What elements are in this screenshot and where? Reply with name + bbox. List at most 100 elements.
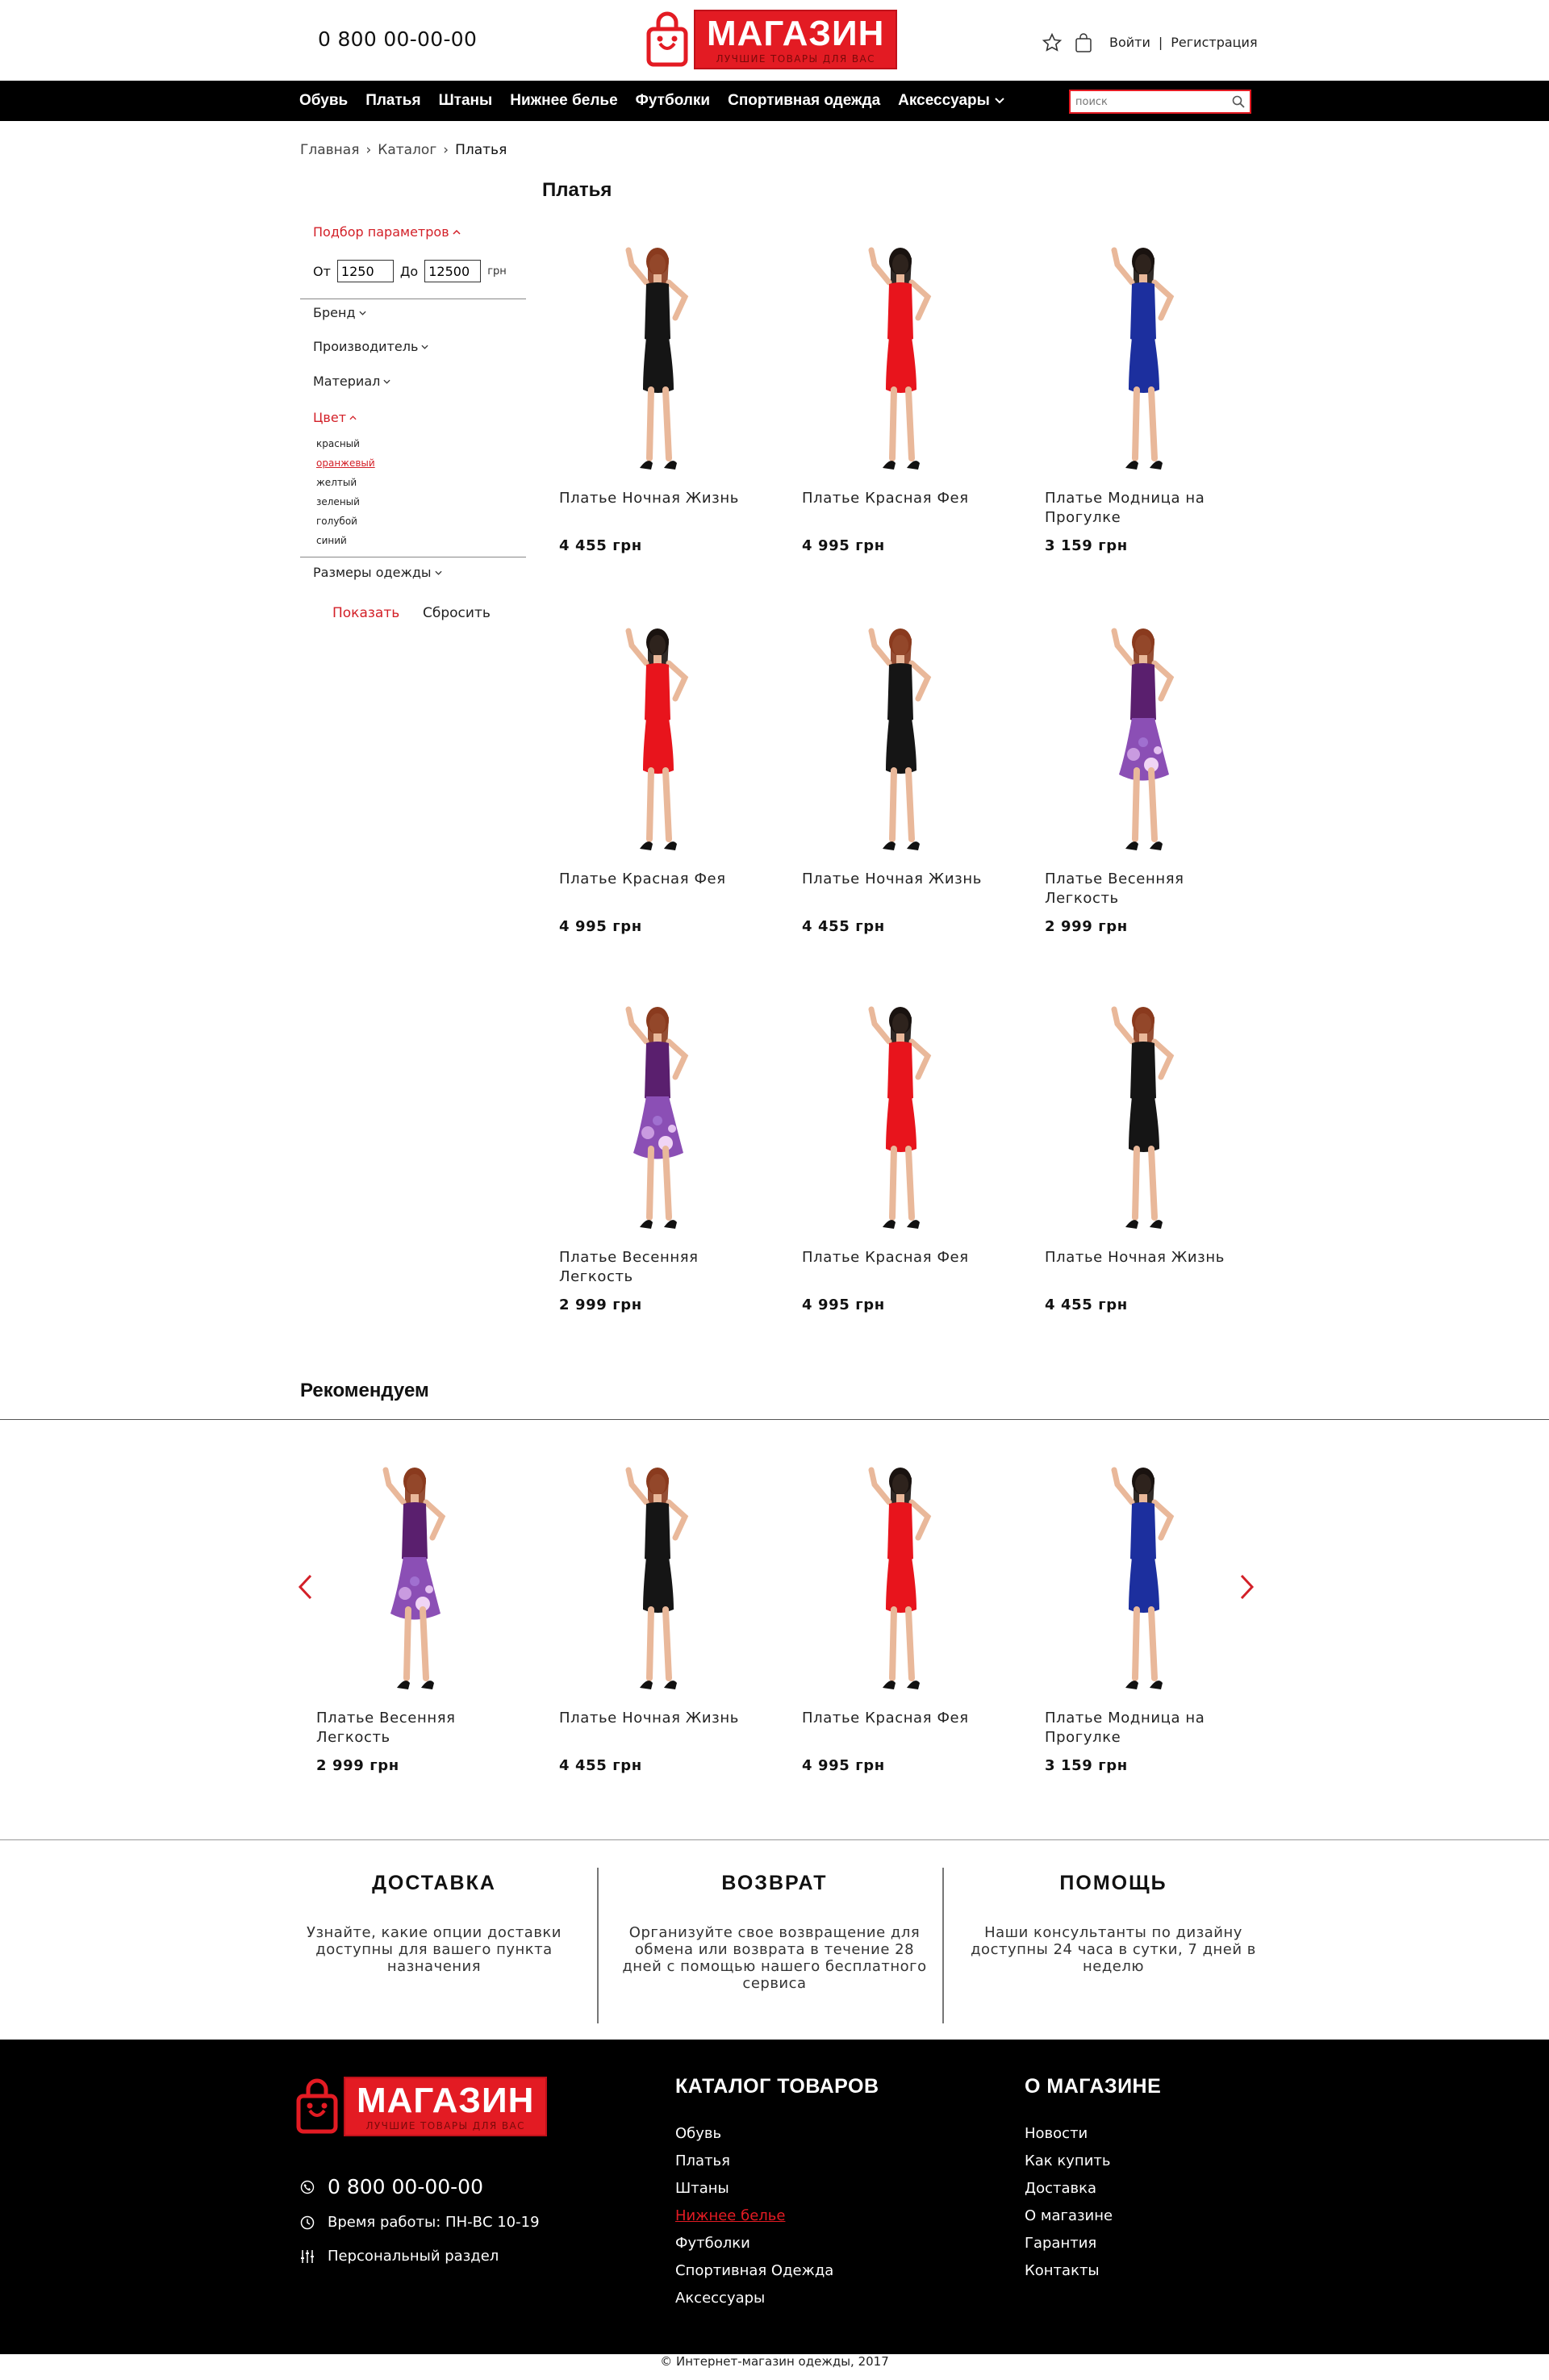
search-box — [1069, 90, 1251, 114]
breadcrumb-home[interactable]: Главная — [300, 142, 359, 158]
nav-item-underwear[interactable]: Нижнее белье — [510, 92, 617, 110]
nav-items: Обувь Платья Штаны Нижнее белье Футболки… — [299, 81, 1004, 121]
nav-item-shoes[interactable]: Обувь — [299, 92, 348, 110]
filter-manufacturer-label: Производитель — [313, 339, 419, 354]
product-image[interactable] — [1045, 983, 1246, 1242]
product-name[interactable]: Платье Ночная Жизнь — [559, 1709, 761, 1757]
filter-params-toggle[interactable]: Подбор параметров — [313, 224, 461, 240]
product-card[interactable]: Платье Ночная Жизнь 4 455 грн — [1045, 983, 1246, 1313]
footer-logo[interactable]: МАГАЗИН ЛУЧШИЕ ТОВАРЫ ДЛЯ ВАС — [295, 2077, 548, 2136]
product-price: 3 159 грн — [1045, 1757, 1128, 1774]
product-card[interactable]: Платье Ночная Жизнь 4 455 грн — [559, 224, 761, 554]
product-card[interactable]: Платье Красная Фея 4 995 грн — [559, 605, 761, 935]
product-name[interactable]: Платье Весенняя Легкость — [1045, 870, 1246, 918]
star-icon[interactable] — [1042, 32, 1063, 56]
filter-color[interactable]: Цвет — [313, 410, 357, 425]
product-name[interactable]: Платье Ночная Жизнь — [559, 489, 761, 537]
product-name[interactable]: Платье Весенняя Легкость — [559, 1248, 761, 1296]
product-image[interactable] — [559, 983, 761, 1242]
footer-catalog-item[interactable]: Спортивная Одежда — [675, 2257, 833, 2285]
login-link[interactable]: Войти — [1109, 35, 1150, 50]
product-card[interactable]: Платье Весенняя Легкость 2 999 грн — [1045, 605, 1246, 935]
filter-sizes[interactable]: Размеры одежды — [313, 565, 442, 580]
product-image[interactable] — [1045, 224, 1246, 482]
color-option-red[interactable]: красный — [316, 434, 375, 453]
info-help-title: ПОМОЩЬ — [1059, 1872, 1167, 1894]
site-logo[interactable]: МАГАЗИН ЛУЧШИЕ ТОВАРЫ ДЛЯ ВАС — [645, 10, 898, 69]
product-name[interactable]: Платье Весенняя Легкость — [316, 1709, 518, 1757]
product-name[interactable]: Платье Красная Фея — [802, 1248, 1004, 1296]
nav-item-sportswear[interactable]: Спортивная одежда — [728, 92, 880, 110]
nav-item-tshirts[interactable]: Футболки — [636, 92, 710, 110]
product-card[interactable]: Платье Красная Фея 4 995 грн — [802, 983, 1004, 1313]
product-name[interactable]: Платье Модница на Прогулке — [1045, 489, 1246, 537]
footer-catalog-item[interactable]: Обувь — [675, 2120, 833, 2148]
footer-catalog-item[interactable]: Аксессуары — [675, 2285, 833, 2312]
color-option-yellow[interactable]: желтый — [316, 473, 375, 492]
product-card[interactable]: Платье Красная Фея 4 995 грн — [802, 1444, 1004, 1774]
product-card[interactable]: Платье Красная Фея 4 995 грн — [802, 224, 1004, 554]
color-option-lightblue[interactable]: голубой — [316, 511, 375, 531]
product-image[interactable] — [559, 1444, 761, 1702]
footer-about-item[interactable]: Новости — [1025, 2120, 1113, 2148]
product-image[interactable] — [802, 224, 1004, 482]
price-from-input[interactable] — [336, 260, 394, 282]
product-price: 4 995 грн — [559, 918, 642, 935]
search-icon[interactable] — [1232, 95, 1245, 111]
reset-button[interactable]: Сбросить — [423, 605, 491, 621]
product-image[interactable] — [316, 1444, 518, 1702]
footer-about-item[interactable]: Как купить — [1025, 2148, 1113, 2175]
price-to-input[interactable] — [424, 260, 482, 282]
product-card[interactable]: Платье Ночная Жизнь 4 455 грн — [559, 1444, 761, 1774]
footer-about-item[interactable]: Гарантия — [1025, 2230, 1113, 2257]
nav-item-dresses[interactable]: Платья — [365, 92, 420, 110]
product-name[interactable]: Платье Красная Фея — [802, 1709, 1004, 1757]
product-image[interactable] — [802, 1444, 1004, 1702]
cart-icon[interactable] — [1074, 32, 1093, 56]
product-image[interactable] — [559, 224, 761, 482]
filter-manufacturer[interactable]: Производитель — [313, 339, 428, 354]
footer-catalog-item[interactable]: Нижнее белье — [675, 2203, 833, 2230]
chevron-up-icon — [453, 229, 461, 235]
register-link[interactable]: Регистрация — [1171, 35, 1257, 50]
footer-catalog-item[interactable]: Штаны — [675, 2175, 833, 2203]
product-image[interactable] — [802, 983, 1004, 1242]
product-image[interactable] — [1045, 1444, 1246, 1702]
footer-about-item[interactable]: Доставка — [1025, 2175, 1113, 2203]
product-card[interactable]: Платье Модница на Прогулке 3 159 грн — [1045, 224, 1246, 554]
footer-catalog-item[interactable]: Футболки — [675, 2230, 833, 2257]
color-option-orange[interactable]: оранжевый — [316, 453, 375, 473]
nav-item-accessories[interactable]: Аксессуары — [898, 92, 1004, 110]
product-name[interactable]: Платье Модница на Прогулке — [1045, 1709, 1246, 1757]
clock-icon — [300, 2215, 315, 2229]
product-image[interactable] — [1045, 605, 1246, 863]
footer-about-item[interactable]: О магазине — [1025, 2203, 1113, 2230]
product-name[interactable]: Платье Красная Фея — [802, 489, 1004, 537]
product-name[interactable]: Платье Ночная Жизнь — [802, 870, 1004, 918]
carousel-prev-arrow-icon[interactable] — [297, 1573, 313, 1604]
footer-phone[interactable]: 0 800 00-00-00 — [300, 2175, 483, 2198]
product-name[interactable]: Платье Ночная Жизнь — [1045, 1248, 1246, 1296]
product-image[interactable] — [802, 605, 1004, 863]
show-button[interactable]: Показать — [332, 605, 399, 621]
header-phone[interactable]: 0 800 00-00-00 — [318, 27, 477, 51]
footer-catalog-list: Обувь Платья Штаны Нижнее белье Футболки… — [675, 2120, 833, 2312]
auth-links: Войти | Регистрация — [1109, 35, 1258, 50]
breadcrumb-catalog[interactable]: Каталог — [378, 142, 436, 158]
filter-material[interactable]: Материал — [313, 374, 390, 389]
footer-personal[interactable]: Персональный раздел — [300, 2248, 499, 2265]
product-card[interactable]: Платье Весенняя Легкость 2 999 грн — [316, 1444, 518, 1774]
filter-brand[interactable]: Бренд — [313, 305, 366, 320]
product-card[interactable]: Платье Весенняя Легкость 2 999 грн — [559, 983, 761, 1313]
footer-catalog-item[interactable]: Платья — [675, 2148, 833, 2175]
product-card[interactable]: Платье Ночная Жизнь 4 455 грн — [802, 605, 1004, 935]
color-option-green[interactable]: зеленый — [316, 492, 375, 511]
product-price: 2 999 грн — [559, 1296, 642, 1313]
product-card[interactable]: Платье Модница на Прогулке 3 159 грн — [1045, 1444, 1246, 1774]
footer-about-item[interactable]: Контакты — [1025, 2257, 1113, 2285]
color-option-blue[interactable]: синий — [316, 531, 375, 550]
search-input[interactable] — [1071, 95, 1224, 108]
nav-item-pants[interactable]: Штаны — [439, 92, 493, 110]
product-image[interactable] — [559, 605, 761, 863]
product-name[interactable]: Платье Красная Фея — [559, 870, 761, 918]
